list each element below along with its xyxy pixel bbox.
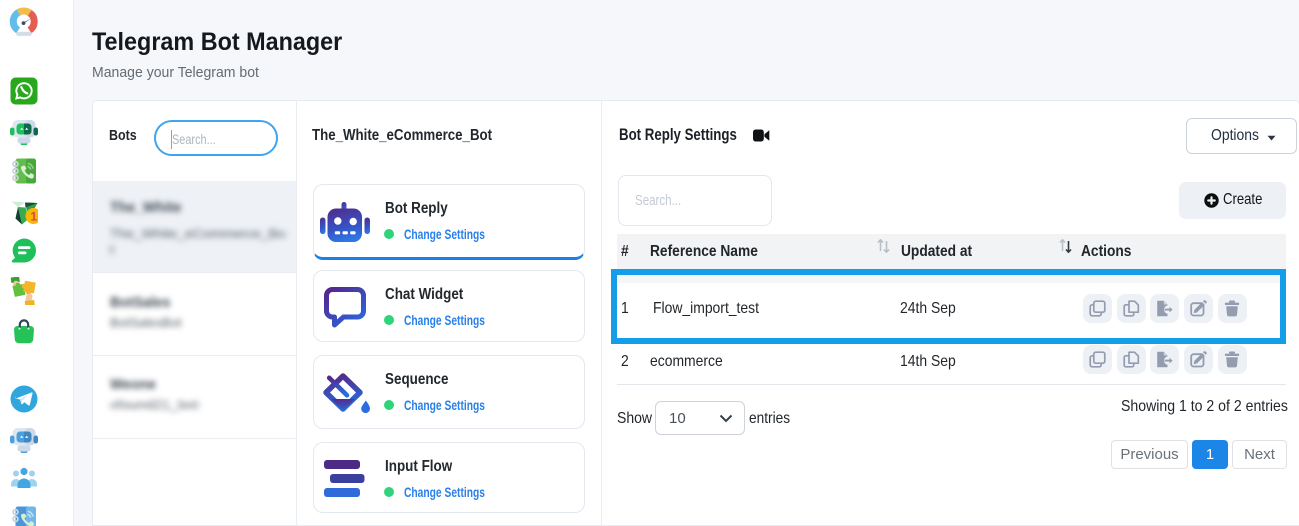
- svg-text:1: 1: [30, 210, 37, 224]
